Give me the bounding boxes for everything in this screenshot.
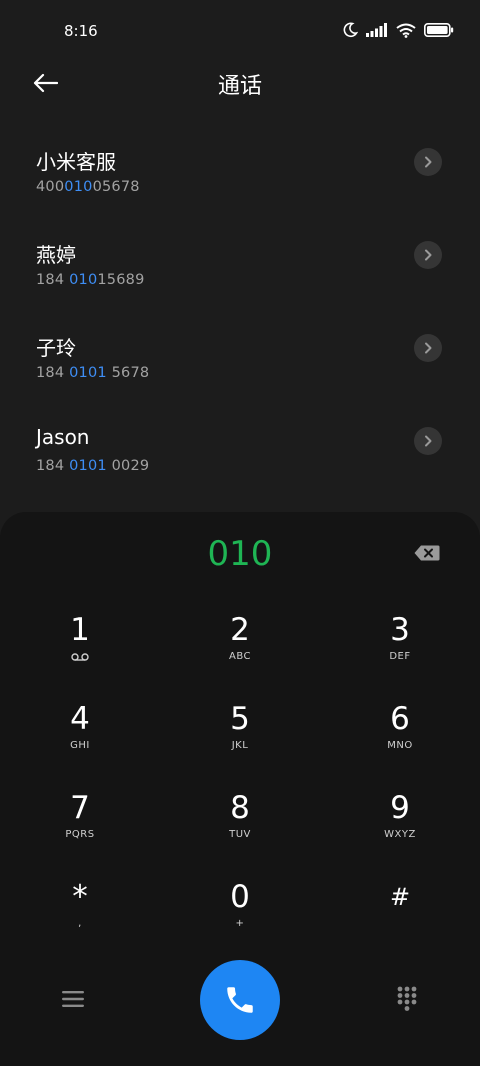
key-letters: + <box>235 918 245 929</box>
status-icons <box>342 22 454 38</box>
contact-number: 40001005678 <box>36 179 140 195</box>
header: 通话 <box>0 62 480 106</box>
key-digit: 1 <box>70 612 90 648</box>
key-5[interactable]: 5 JKL <box>160 687 320 776</box>
key-row: 4 GHI 5 JKL 6 MNO <box>0 687 480 776</box>
key-digit: 3 <box>390 612 410 648</box>
key-letters: WXYZ <box>384 829 416 840</box>
key-digit: 7 <box>70 790 90 826</box>
call-button[interactable] <box>200 960 280 1040</box>
key-digit: 2 <box>230 612 250 648</box>
phone-icon <box>227 987 253 1013</box>
chevron-right-icon <box>425 342 432 354</box>
key-8[interactable]: 8 TUV <box>160 776 320 865</box>
key-digit: 0 <box>230 879 250 915</box>
contact-name: 小米客服 <box>36 150 116 174</box>
key-6[interactable]: 6 MNO <box>320 687 480 776</box>
signal-icon <box>366 23 387 37</box>
contact-number: 184 0101 5678 <box>36 365 150 381</box>
contact-item[interactable]: Jason 184 0101 0029 <box>0 395 480 488</box>
key-letters: DEF <box>389 651 411 662</box>
page-title: 通话 <box>217 74 262 99</box>
key-3[interactable]: 3 DEF <box>320 598 480 687</box>
battery-icon <box>424 23 454 37</box>
key-1[interactable]: 1 <box>0 598 160 687</box>
backspace-button[interactable] <box>413 542 441 564</box>
dialpad-bottom-bar <box>0 960 480 1042</box>
key-digit: 9 <box>390 790 410 826</box>
key-hash[interactable]: # <box>320 865 480 954</box>
contact-name: 子玲 <box>36 336 76 360</box>
menu-button[interactable] <box>60 988 86 1010</box>
key-7[interactable]: 7 PQRS <box>0 776 160 865</box>
key-letters: JKL <box>231 740 249 751</box>
dialpad-panel: 010 1 2 ABC 3 DEF 4 GHI 5 JKL 6 MNO 7 PQ… <box>0 512 480 1066</box>
backspace-icon <box>414 545 440 561</box>
moon-icon <box>343 22 358 38</box>
key-0[interactable]: 0 + <box>160 865 320 954</box>
contact-list: 小米客服 40001005678 燕婷 184 01015689 子玲 184 … <box>0 116 480 488</box>
contact-number: 184 0101 0029 <box>36 458 150 474</box>
contact-detail-button[interactable] <box>414 148 442 176</box>
number-match: 0101 <box>69 365 107 381</box>
status-bar: 8:16 <box>0 0 480 62</box>
wifi-icon <box>396 23 416 38</box>
number-match: 0101 <box>69 458 107 474</box>
key-letters: ABC <box>228 651 251 662</box>
key-9[interactable]: 9 WXYZ <box>320 776 480 865</box>
key-digit: * <box>72 879 88 915</box>
key-4[interactable]: 4 GHI <box>0 687 160 776</box>
contact-detail-button[interactable] <box>414 241 442 269</box>
key-digit: 5 <box>230 701 250 737</box>
key-letters: PQRS <box>65 829 95 840</box>
contact-name: 燕婷 <box>36 243 76 267</box>
key-letters: GHI <box>70 740 90 751</box>
key-star[interactable]: * , <box>0 865 160 954</box>
key-letters: MNO <box>387 740 413 751</box>
key-row: * , 0 + # <box>0 865 480 954</box>
number-match: 010 <box>69 272 98 288</box>
key-digit: # <box>389 883 411 911</box>
key-letters: , <box>78 918 82 929</box>
contact-item[interactable]: 子玲 184 0101 5678 <box>0 302 480 395</box>
chevron-right-icon <box>425 435 432 447</box>
chevron-right-icon <box>425 156 432 168</box>
keypad: 1 2 ABC 3 DEF 4 GHI 5 JKL 6 MNO 7 PQRS 8… <box>0 598 480 954</box>
contact-item[interactable]: 小米客服 40001005678 <box>0 116 480 209</box>
contact-detail-button[interactable] <box>414 334 442 362</box>
key-letters: TUV <box>229 829 251 840</box>
key-2[interactable]: 2 ABC <box>160 598 320 687</box>
key-row: 1 2 ABC 3 DEF <box>0 598 480 687</box>
keypad-toggle-button[interactable] <box>394 986 420 1012</box>
key-digit: 6 <box>390 701 410 737</box>
contact-item[interactable]: 燕婷 184 01015689 <box>0 209 480 302</box>
key-digit: 4 <box>70 701 90 737</box>
status-time: 8:16 <box>64 22 98 40</box>
contact-name: Jason <box>36 425 90 449</box>
dialpad-icon <box>397 986 417 1011</box>
phone-screen: 8:16 通话 小米客服 40001005678 燕婷 184 01015689… <box>0 0 480 1066</box>
menu-icon <box>62 991 84 1007</box>
voicemail-icon <box>71 653 89 661</box>
contact-number: 184 01015689 <box>36 272 145 288</box>
chevron-right-icon <box>425 249 432 261</box>
key-digit: 8 <box>230 790 250 826</box>
number-match: 010 <box>64 179 93 195</box>
contact-detail-button[interactable] <box>414 427 442 455</box>
dial-number-display[interactable]: 010 <box>0 534 480 574</box>
key-row: 7 PQRS 8 TUV 9 WXYZ <box>0 776 480 865</box>
